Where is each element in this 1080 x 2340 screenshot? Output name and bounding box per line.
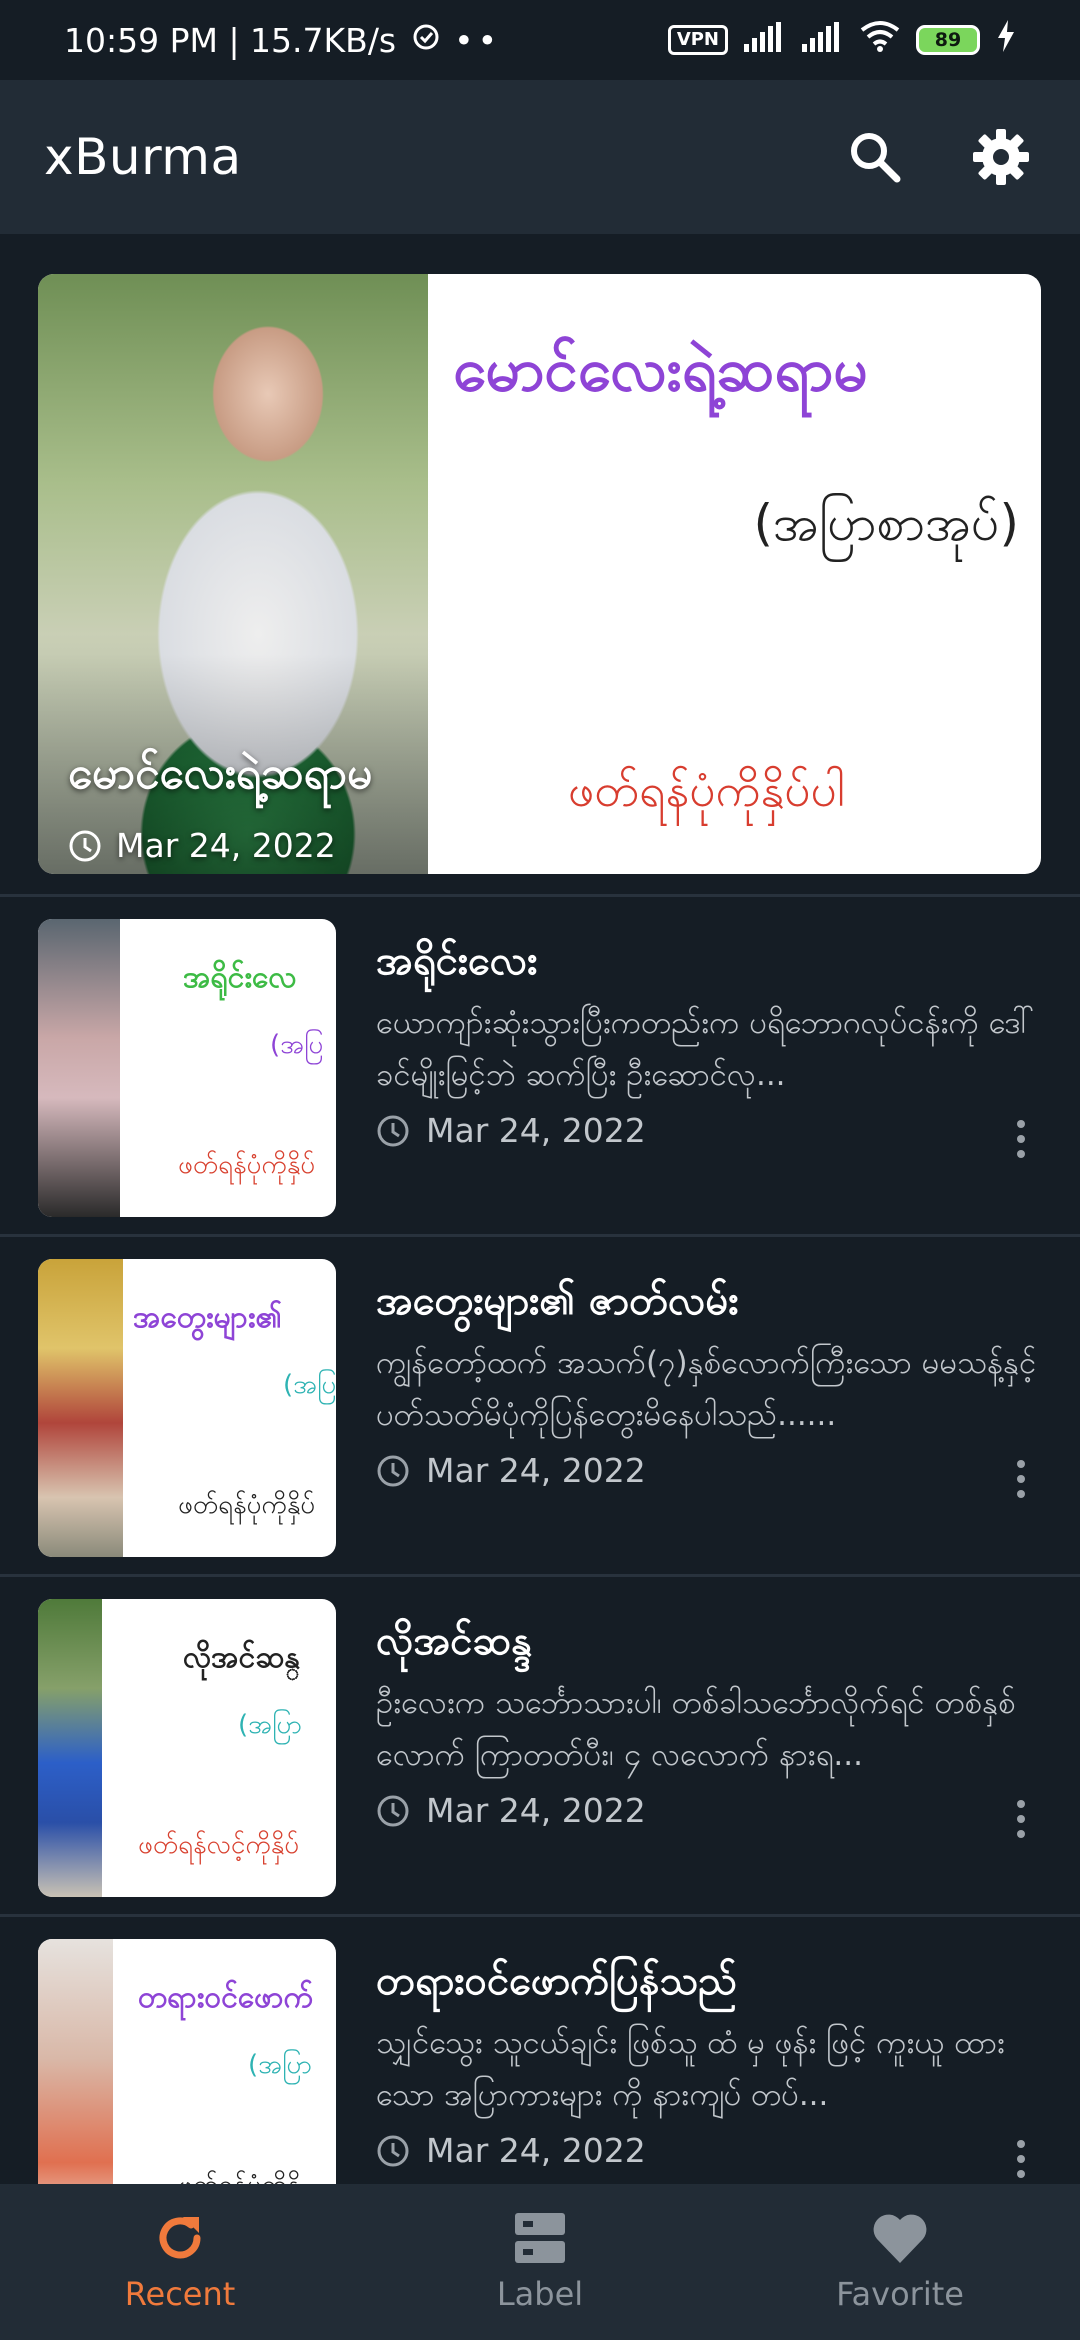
post-excerpt: သျှင်သွေး သူငယ်ချင်း ဖြစ်သူ ထံ မှ ဖုန်း … (376, 2025, 1005, 2113)
nav-label[interactable]: Label (360, 2184, 720, 2340)
heart-icon (873, 2214, 927, 2263)
wifi-icon (860, 20, 900, 60)
more-vertical-icon (1017, 1120, 1025, 1158)
nav-favorite[interactable]: Favorite (720, 2184, 1080, 2340)
featured-post-card[interactable]: မောင်လေးရဲ့ဆရာမ (အပြာစာအုပ်) ဖတ်ရန်ပုံကိ… (38, 274, 1041, 874)
post-thumbnail: အရိုင်းလေ (အပြ ဖတ်ရန်ပုံကိုနှိပ် (38, 919, 336, 1217)
nav-recent[interactable]: Recent (0, 2184, 360, 2340)
app-title: xBurma (44, 128, 242, 186)
bottom-navigation: Recent Label Favorite (0, 2184, 1080, 2340)
post-thumbnail: လိုအင်ဆန္ (အပြာ ဖတ်ရန်လင့်ကိုနှိပ် (38, 1599, 336, 1897)
more-options-button[interactable] (1015, 2139, 1027, 2183)
status-bar: 10:59 PM | 15.7KB/s •• VPN 89 (0, 0, 1080, 80)
clock-icon (377, 1115, 409, 1146)
status-time-speed: 10:59 PM | 15.7KB/s (64, 20, 397, 60)
post-date: Mar 24, 2022 (376, 1451, 646, 1490)
more-vertical-icon (1017, 2140, 1025, 2178)
battery-indicator: 89 (916, 25, 980, 55)
post-date: Mar 24, 2022 (376, 1111, 646, 1150)
post-date: Mar 24, 2022 (376, 1791, 646, 1830)
list-item[interactable]: တရားဝင်ဖောက် (အပြာ ဖတ်ရန်ပုံကိုနှိ တရားဝ… (0, 1917, 1080, 2184)
post-title: လိုအင်ဆန္ဒ (376, 1618, 532, 1664)
settings-button[interactable] (966, 122, 1036, 192)
signal-icon (744, 21, 786, 60)
post-feed: မောင်လေးရဲ့ဆရာမ (အပြာစာအုပ်) ဖတ်ရန်ပုံကိ… (0, 234, 1080, 2184)
post-title: တရားဝင်ဖောက်ပြန်သည် (376, 1958, 737, 2004)
more-vertical-icon (1017, 1800, 1025, 1838)
more-options-button[interactable] (1015, 1459, 1027, 1503)
vpn-badge: VPN (667, 25, 728, 55)
app-bar: xBurma (0, 80, 1080, 234)
more-options-button[interactable] (1015, 1799, 1027, 1843)
search-icon (851, 133, 901, 183)
post-excerpt: ကျွန်တော့်ထက် အသက်(၇)နှစ်လောက်ကြီးသော မမ… (376, 1345, 1037, 1433)
more-notifications-icon: •• (454, 20, 502, 60)
post-excerpt: ဦးလေးက သင်္ဘောသားပါ၊ တစ်ခါသင်္ဘောလိုက်ရင… (376, 1685, 1016, 1773)
featured-more-options-button[interactable] (987, 836, 999, 874)
more-vertical-icon (1017, 1460, 1025, 1498)
featured-cover-cta: ဖတ်ရန်ပုံကိုနှိပ်ပါ (568, 763, 845, 817)
refresh-icon (159, 2217, 201, 2259)
featured-post-date: Mar 24, 2022 (68, 826, 336, 865)
search-button[interactable] (840, 122, 910, 192)
featured-cover-subtitle: (အပြာစာအုပ်) (753, 494, 1019, 552)
clock-icon (377, 2135, 409, 2166)
list-item[interactable]: အရိုင်းလေ (အပြ ဖတ်ရန်ပုံကိုနှိပ် အရိုင်း… (0, 897, 1080, 1235)
post-thumbnail: အတွေးများ၏ (အပြ ဖတ်ရန်ပုံကိုနှိပ် (38, 1259, 336, 1557)
clock-icon (377, 1455, 409, 1486)
featured-post-title: မောင်လေးရဲ့ဆရာမ (68, 748, 373, 799)
alarm-icon (410, 20, 442, 60)
charging-icon (996, 20, 1016, 60)
list-item[interactable]: လိုအင်ဆန္ (အပြာ ဖတ်ရန်လင့်ကိုနှိပ် လိုအင… (0, 1577, 1080, 1915)
clock-icon (69, 830, 101, 861)
post-thumbnail: တရားဝင်ဖောက် (အပြာ ဖတ်ရန်ပုံကိုနှိ (38, 1939, 336, 2184)
more-options-button[interactable] (1015, 1119, 1027, 1163)
post-excerpt: ယောကျာ်းဆုံးသွားပြီးကတည်းက ပရိဘောဂလုပ်ငန… (376, 1005, 1035, 1093)
post-date: Mar 24, 2022 (376, 2131, 646, 2170)
more-vertical-icon (989, 837, 997, 874)
list-item[interactable]: အတွေးများ၏ (အပြ ဖတ်ရန်ပုံကိုနှိပ် အတွေးမ… (0, 1237, 1080, 1575)
clock-icon (377, 1795, 409, 1826)
label-list-icon (515, 2213, 565, 2263)
gear-icon (973, 129, 1029, 185)
post-title: အတွေးများ၏ ဇာတ်လမ်း (376, 1278, 739, 1324)
signal-icon (802, 21, 844, 60)
post-title: အရိုင်းလေး (376, 938, 538, 984)
featured-cover-title: မောင်လေးရဲ့ဆရာမ (453, 335, 868, 405)
